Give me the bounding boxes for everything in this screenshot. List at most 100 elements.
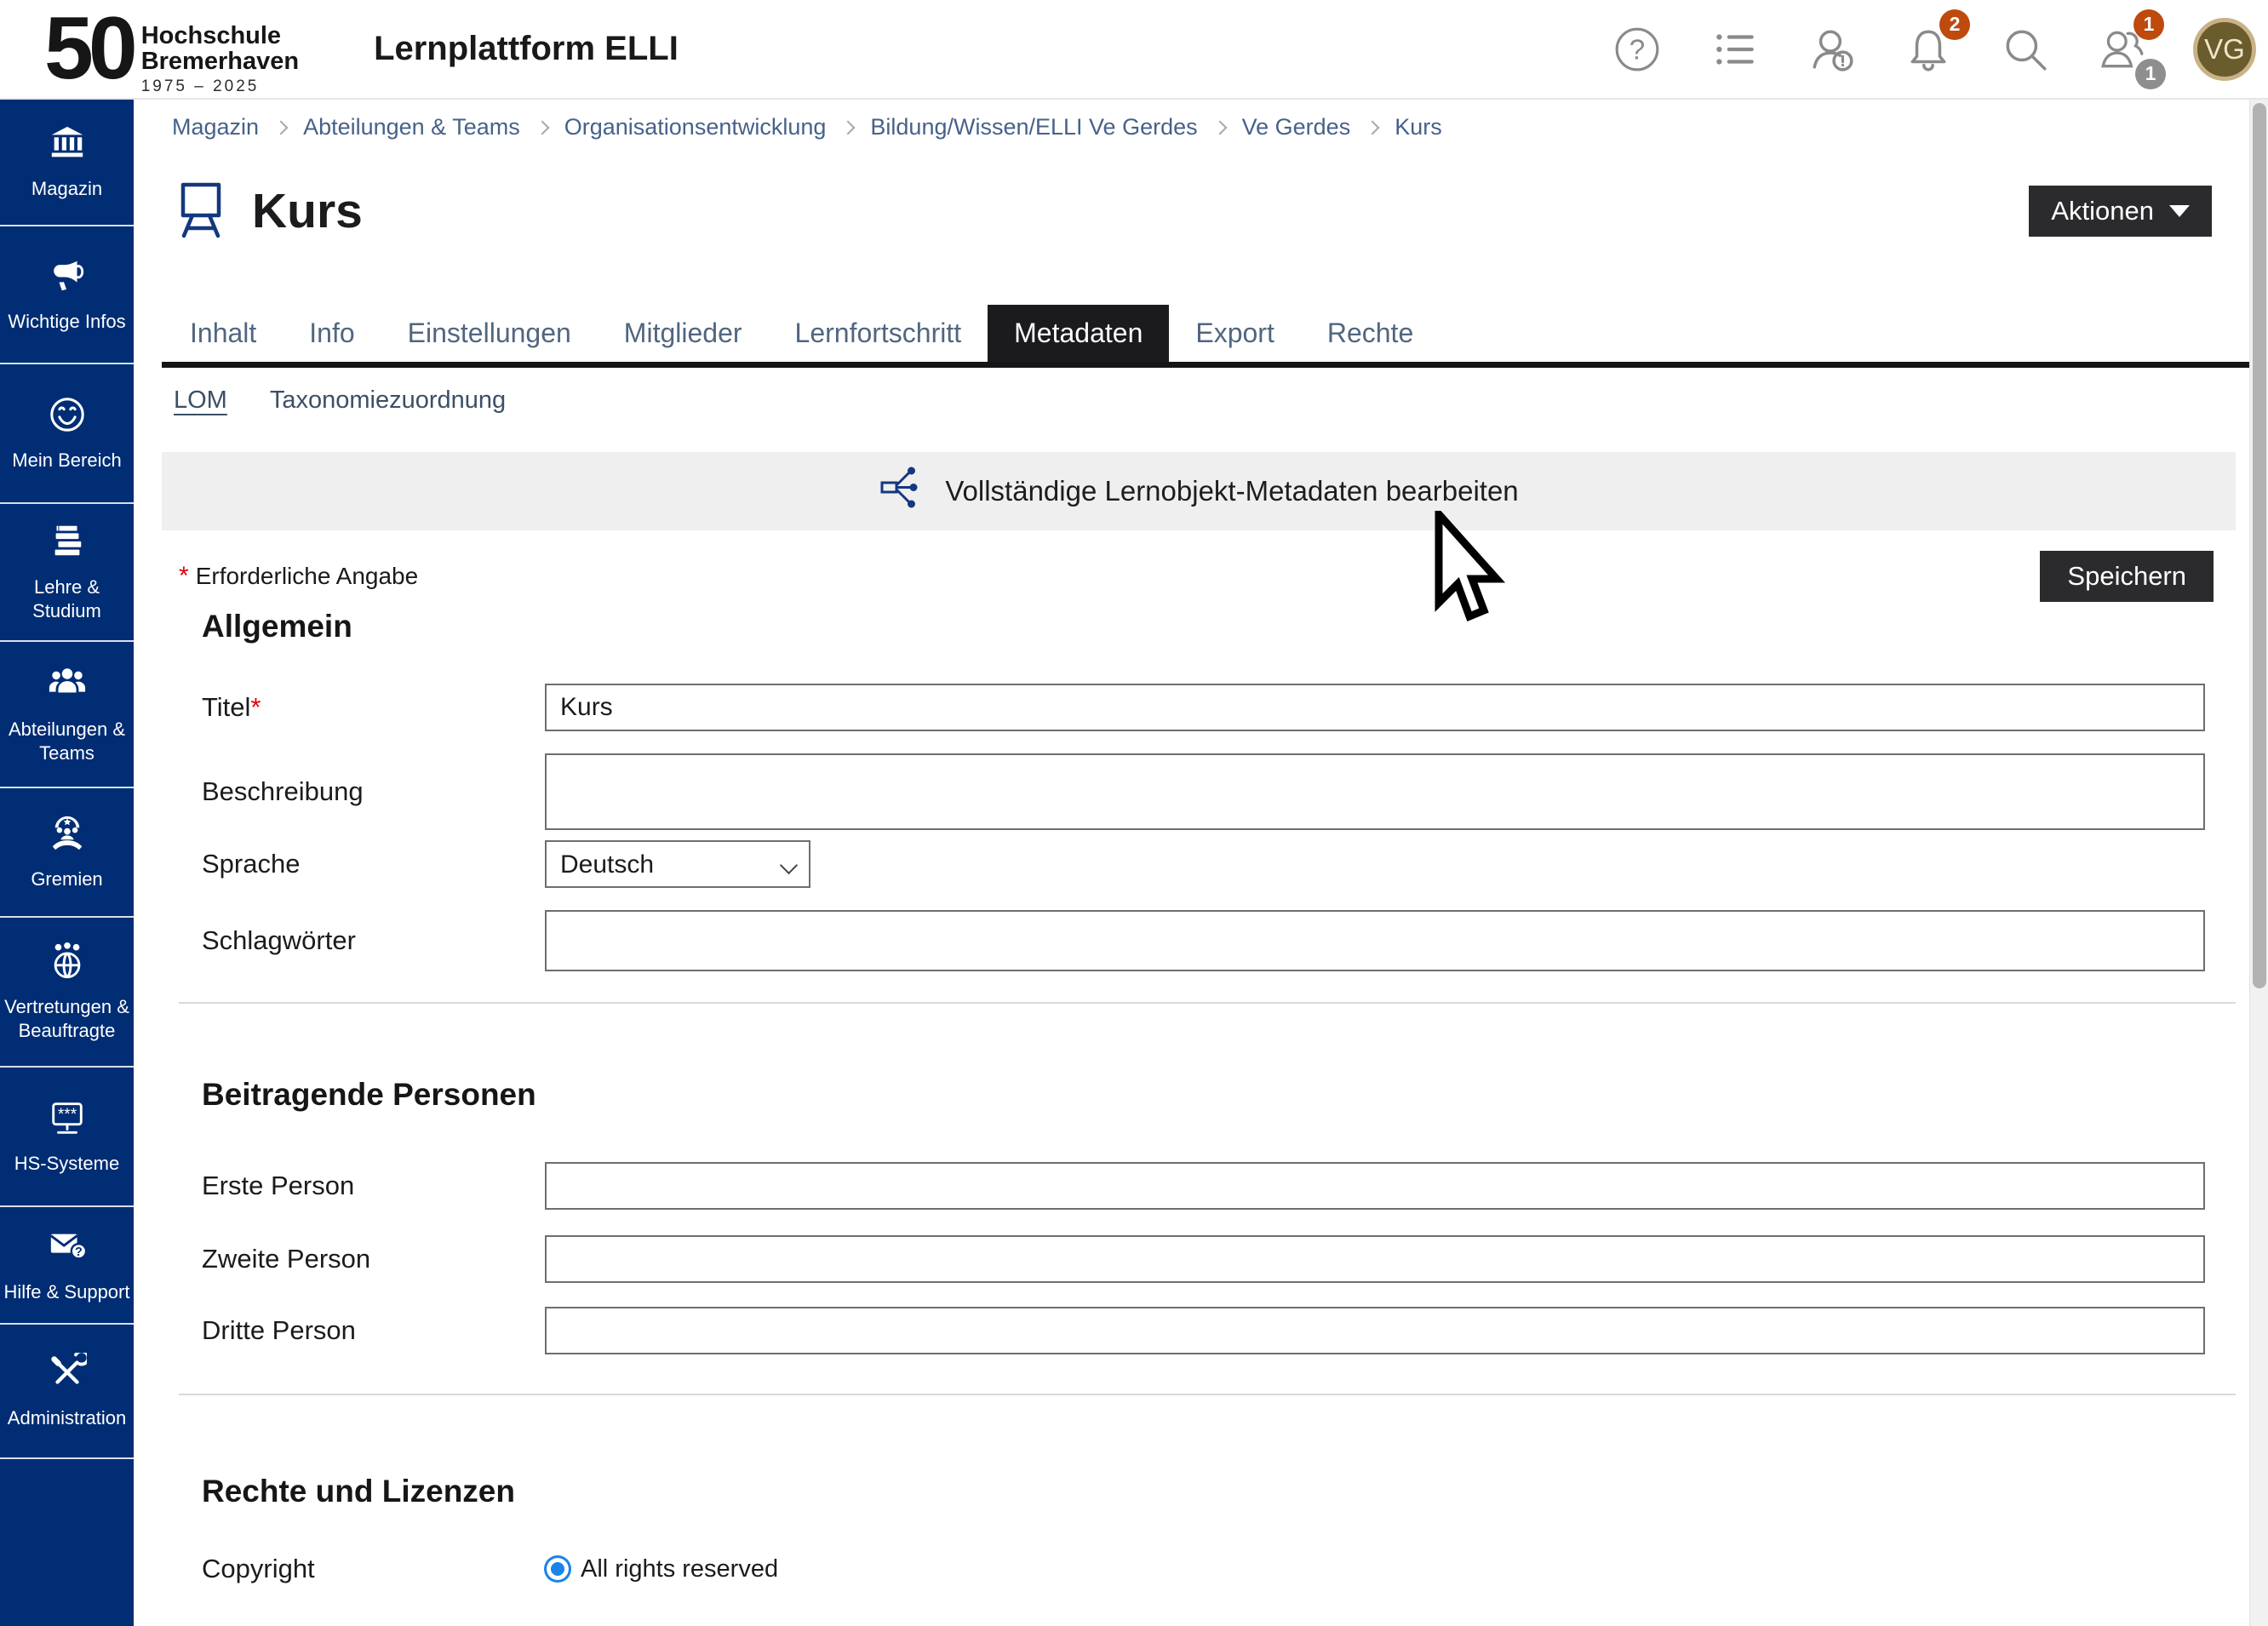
section-heading-beitragende: Beitragende Personen — [202, 1077, 2249, 1113]
sidebar-item-label: Magazin — [32, 177, 102, 201]
tab-inhalt[interactable]: Inhalt — [163, 305, 283, 362]
mail-help-icon: ? — [48, 1227, 87, 1270]
logo-years: 1975 – 2025 — [141, 77, 299, 96]
sidebar-item-gremien[interactable]: Gremien — [0, 788, 134, 918]
sidebar-item-label: Gremien — [31, 867, 102, 891]
titel-input[interactable] — [545, 684, 2205, 731]
erste-person-label: Erste Person — [202, 1171, 545, 1201]
tab-rechte[interactable]: Rechte — [1301, 305, 1440, 362]
bank-icon — [48, 123, 87, 167]
contacts-badge-new: 1 — [2133, 9, 2164, 40]
sprache-label: Sprache — [202, 849, 545, 879]
sidebar-item-label: Hilfe & Support — [4, 1280, 130, 1304]
sidebar-item-hs-systeme[interactable]: *** HS-Systeme — [0, 1068, 134, 1207]
search-icon[interactable] — [1999, 23, 2052, 76]
sidebar-item-vertretungen-beauftragte[interactable]: Vertretungen & Beauftragte — [0, 918, 134, 1068]
schlagwoerter-label: Schlagwörter — [202, 925, 545, 956]
sidebar-item-label: Mein Bereich — [12, 449, 121, 472]
breadcrumb-link[interactable]: Ve Gerdes — [1242, 114, 1351, 140]
sidebar-item-label: Vertretungen & Beauftragte — [3, 995, 130, 1042]
sidebar-item-label: HS-Systeme — [14, 1152, 119, 1176]
section-heading-rechte: Rechte und Lizenzen — [202, 1474, 2249, 1509]
list-icon[interactable] — [1708, 23, 1761, 76]
tab-bar: Inhalt Info Einstellungen Mitglieder Ler… — [162, 305, 2249, 368]
breadcrumb-current[interactable]: Kurs — [1395, 114, 1442, 140]
scrollbar-thumb[interactable] — [2253, 103, 2266, 988]
breadcrumb-link[interactable]: Abteilungen & Teams — [303, 114, 520, 140]
megaphone-icon — [48, 256, 87, 300]
subtab-taxonomiezuordnung[interactable]: Taxonomiezuordnung — [270, 386, 506, 415]
logo-name-line2: Bremerhaven — [141, 49, 299, 75]
chevron-right-icon — [535, 120, 549, 135]
sidebar-item-label: Wichtige Infos — [8, 310, 125, 334]
erste-person-input[interactable] — [545, 1162, 2205, 1210]
bell-icon[interactable]: 2 — [1902, 23, 1955, 76]
chevron-right-icon — [1212, 120, 1227, 135]
beschreibung-textarea[interactable] — [545, 753, 2205, 830]
page-title: Kurs — [252, 183, 363, 239]
vertical-scrollbar — [2249, 100, 2268, 1626]
user-status-icon[interactable] — [1805, 23, 1858, 76]
help-icon[interactable]: ? — [1611, 23, 1664, 76]
actions-button[interactable]: Aktionen — [2029, 186, 2212, 237]
copyright-radio-selected[interactable] — [545, 1556, 570, 1582]
banner-label: Vollständige Lernobjekt-Metadaten bearbe… — [945, 475, 1518, 507]
breadcrumb: Magazin Abteilungen & Teams Organisation… — [162, 100, 2249, 155]
required-asterisk: * — [250, 692, 261, 722]
sidebar-item-lehre-studium[interactable]: Lehre & Studium — [0, 504, 134, 642]
sidebar-item-label: Lehre & Studium — [3, 575, 130, 622]
sidebar-item-wichtige-infos[interactable]: Wichtige Infos — [0, 226, 134, 364]
schlagwoerter-input[interactable] — [545, 910, 2205, 971]
subtab-lom[interactable]: LOM — [174, 386, 227, 415]
sprache-select-wrap: Deutsch — [545, 840, 810, 888]
beschreibung-label: Beschreibung — [202, 776, 545, 807]
sprache-select[interactable]: Deutsch — [545, 840, 810, 888]
sidebar-item-mein-bereich[interactable]: Mein Bereich — [0, 364, 134, 504]
sidebar-item-magazin[interactable]: Magazin — [0, 100, 134, 226]
globe-people-icon — [48, 942, 87, 985]
section-heading-allgemein: Allgemein — [202, 609, 2249, 644]
avatar[interactable]: VG — [2193, 18, 2256, 81]
breadcrumb-link[interactable]: Bildung/Wissen/ELLI Ve Gerdes — [870, 114, 1197, 140]
committee-icon — [48, 814, 87, 857]
required-asterisk: * — [179, 562, 189, 590]
dritte-person-label: Dritte Person — [202, 1315, 545, 1346]
tab-export[interactable]: Export — [1169, 305, 1300, 362]
contacts-icon[interactable]: 1 1 — [2096, 23, 2149, 76]
section-divider — [179, 1002, 2236, 1004]
tab-mitglieder[interactable]: Mitglieder — [598, 305, 769, 362]
save-button[interactable]: Speichern — [2040, 551, 2214, 602]
sidebar-item-abteilungen-teams[interactable]: Abteilungen & Teams — [0, 642, 134, 788]
sidebar-item-label: Administration — [8, 1406, 126, 1430]
sidebar-item-hilfe-support[interactable]: ? Hilfe & Support — [0, 1207, 134, 1325]
tab-lernfortschritt[interactable]: Lernfortschritt — [769, 305, 988, 362]
zweite-person-input[interactable] — [545, 1235, 2205, 1283]
zweite-person-label: Zweite Person — [202, 1244, 545, 1274]
university-logo: 50 Hochschule Bremerhaven 1975 – 2025 — [44, 2, 299, 95]
tab-einstellungen[interactable]: Einstellungen — [381, 305, 598, 362]
copyright-label: Copyright — [202, 1554, 545, 1584]
full-metadata-edit-banner[interactable]: Vollständige Lernobjekt-Metadaten bearbe… — [162, 452, 2236, 530]
titel-label: Titel* — [202, 692, 545, 723]
people-icon — [48, 664, 87, 707]
dritte-person-input[interactable] — [545, 1307, 2205, 1354]
section-divider — [179, 1394, 2236, 1395]
app-title: Lernplattform ELLI — [374, 30, 679, 68]
logo-name-line1: Hochschule — [141, 24, 299, 49]
main-sidebar: Magazin Wichtige Infos Mein Bereich Lehr… — [0, 100, 134, 1626]
chevron-right-icon — [274, 120, 289, 135]
tab-metadaten[interactable]: Metadaten — [988, 305, 1169, 362]
copyright-option-label: All rights reserved — [581, 1555, 778, 1583]
metadata-hub-icon — [879, 465, 925, 518]
svg-text:***: *** — [57, 1106, 77, 1124]
bell-badge: 2 — [1939, 9, 1970, 40]
sidebar-item-administration[interactable]: Administration — [0, 1325, 134, 1459]
required-note: *Erforderliche Angabe — [179, 562, 418, 591]
svg-text:?: ? — [75, 1245, 83, 1259]
subtab-bar: LOM Taxonomiezuordnung — [162, 386, 2249, 415]
breadcrumb-link[interactable]: Organisationsentwicklung — [564, 114, 827, 140]
breadcrumb-link[interactable]: Magazin — [172, 114, 259, 140]
smiley-icon — [48, 395, 87, 438]
main-content: Magazin Abteilungen & Teams Organisation… — [134, 100, 2249, 1626]
tab-info[interactable]: Info — [283, 305, 381, 362]
